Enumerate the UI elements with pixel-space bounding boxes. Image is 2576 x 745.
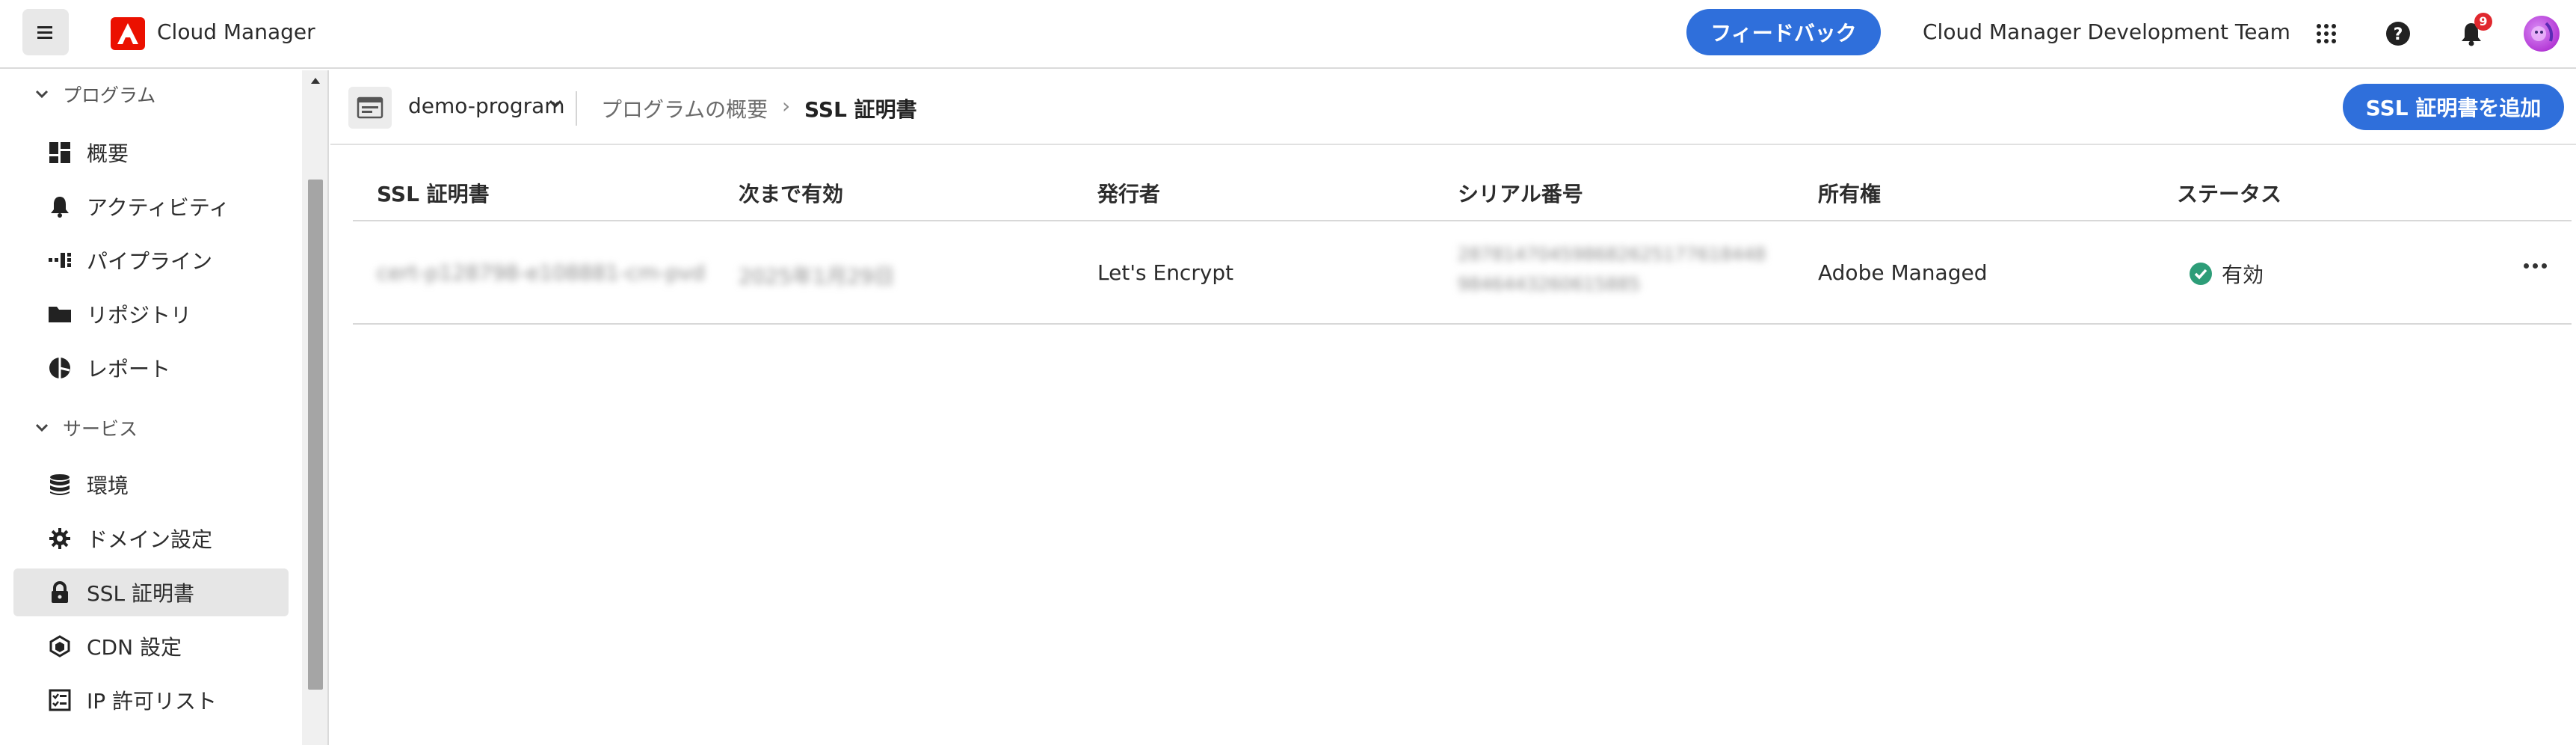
sidebar-item-reports[interactable]: レポート: [13, 344, 289, 392]
app-switcher-button[interactable]: [2310, 17, 2343, 50]
gear-icon: [46, 525, 73, 552]
avatar-face-icon: [2531, 22, 2554, 42]
breadcrumb-separator: ›: [782, 93, 791, 118]
table-row[interactable]: cert-p128798-e108881-cm-pvd 2025年1月29日 L…: [353, 221, 2572, 325]
serial-number-line-1: 287814704598682625177618448: [1458, 244, 1766, 265]
more-dot-icon: [2524, 263, 2529, 269]
sidebar-item-label: リポジトリ: [87, 303, 192, 328]
certificate-name[interactable]: cert-p128798-e108881-cm-pvd: [377, 260, 705, 285]
breadcrumb-program-overview[interactable]: プログラムの概要: [601, 93, 768, 123]
sidebar-section-label: サービス: [63, 418, 138, 440]
notification-count-badge: 9: [2474, 13, 2492, 31]
sidebar-item-cdn-settings[interactable]: CDN 設定: [13, 622, 289, 670]
hamburger-icon: [37, 26, 52, 39]
top-header: Cloud Manager フィードバック Cloud Manager Deve…: [0, 0, 2576, 69]
sidebar-item-activity[interactable]: アクティビティ: [13, 183, 289, 230]
sidebar-item-ip-allow-list[interactable]: IP 許可リスト: [13, 676, 289, 724]
sidebar-item-label: SSL 証明書: [87, 581, 195, 606]
breadcrumb-current: SSL 証明書: [804, 97, 917, 122]
program-selector[interactable]: demo-program: [408, 93, 565, 118]
chevron-down-icon: [35, 90, 49, 99]
status-badge: 有効: [2189, 259, 2264, 289]
column-header-ownership[interactable]: 所有権: [1818, 178, 1881, 208]
scroll-up-arrow-icon[interactable]: [311, 78, 320, 84]
sidebar-item-label: 概要: [87, 141, 129, 166]
chevron-down-icon[interactable]: [547, 96, 564, 112]
sidebar-item-pipeline[interactable]: パイプライン: [13, 236, 289, 284]
sidebar-section-services[interactable]: サービス: [34, 414, 138, 441]
sidebar-item-label: 環境: [87, 473, 129, 498]
organization-selector[interactable]: Cloud Manager Development Team: [1923, 19, 2290, 44]
feedback-button[interactable]: フィードバック: [1686, 9, 1881, 55]
sidebar-item-label: IP 許可リスト: [87, 689, 218, 714]
sidebar-section-label: プログラム: [63, 85, 156, 106]
sidebar: プログラム 概要 アクティビティ パイプライン リポジトリ レポート サービス: [0, 70, 329, 745]
status-label: 有効: [2222, 263, 2264, 287]
hamburger-menu-button[interactable]: [22, 9, 69, 55]
pipeline-icon: [46, 247, 73, 274]
more-dot-icon: [2533, 263, 2538, 269]
svg-text:?: ?: [2394, 25, 2403, 44]
sidebar-item-label: レポート: [87, 357, 171, 381]
adobe-logo-icon[interactable]: [111, 17, 145, 50]
app-title[interactable]: Cloud Manager: [157, 19, 315, 44]
notifications-button[interactable]: 9: [2455, 13, 2492, 50]
issuer: Let's Encrypt: [1097, 260, 1234, 285]
sidebar-item-label: アクティビティ: [87, 195, 230, 220]
sidebar-item-ssl-certificates[interactable]: SSL 証明書: [13, 568, 289, 616]
check-circle-icon: [2190, 263, 2212, 285]
database-icon: [46, 471, 73, 498]
sidebar-item-repositories[interactable]: リポジトリ: [13, 290, 289, 338]
sidebar-item-domain-settings[interactable]: ドメイン設定: [13, 515, 289, 562]
sidebar-item-label: CDN 設定: [87, 635, 182, 660]
folder-icon: [46, 301, 73, 328]
chevron-down-icon: [35, 423, 49, 432]
divider: [576, 91, 577, 126]
help-icon: ?: [2386, 22, 2410, 46]
scrollbar-thumb[interactable]: [308, 180, 323, 690]
serial-number-line-2: 9846443260615885: [1458, 274, 1641, 295]
ssl-certificates-table: SSL 証明書 次まで有効 発行者 シリアル番号 所有権 ステータス cert-…: [353, 157, 2572, 325]
more-dot-icon: [2542, 263, 2547, 269]
program-icon: [348, 87, 392, 129]
column-header-valid-until[interactable]: 次まで有効: [739, 178, 843, 208]
row-actions-menu-button[interactable]: [2524, 263, 2547, 269]
cdn-icon: [46, 633, 73, 660]
help-button[interactable]: ?: [2382, 17, 2415, 50]
column-header-issuer[interactable]: 発行者: [1097, 178, 1160, 208]
column-header-serial-number[interactable]: シリアル番号: [1458, 178, 1583, 208]
sidebar-scrollbar[interactable]: [302, 70, 327, 745]
column-header-certificate[interactable]: SSL 証明書: [377, 178, 490, 208]
ownership: Adobe Managed: [1818, 260, 1988, 285]
user-avatar[interactable]: [2524, 16, 2560, 52]
grid-icon: [2317, 24, 2336, 43]
sidebar-item-label: ドメイン設定: [87, 527, 213, 552]
report-icon: [46, 355, 73, 381]
sidebar-item-overview[interactable]: 概要: [13, 129, 289, 177]
add-ssl-certificate-button[interactable]: SSL 証明書を追加: [2343, 84, 2564, 130]
program-subheader: demo-program プログラムの概要 › SSL 証明書 SSL 証明書を…: [330, 70, 2576, 145]
checklist-icon: [46, 687, 73, 714]
sidebar-item-label: パイプライン: [87, 249, 213, 274]
column-header-status[interactable]: ステータス: [2177, 178, 2281, 208]
lock-icon: [46, 579, 73, 606]
overview-icon: [46, 139, 73, 166]
sidebar-section-program[interactable]: プログラム: [34, 81, 155, 108]
bell-icon: [46, 193, 73, 220]
valid-until: 2025年1月29日: [739, 264, 895, 289]
table-header: SSL 証明書 次まで有効 発行者 シリアル番号 所有権 ステータス: [353, 157, 2572, 221]
sidebar-item-environments[interactable]: 環境: [13, 461, 289, 509]
